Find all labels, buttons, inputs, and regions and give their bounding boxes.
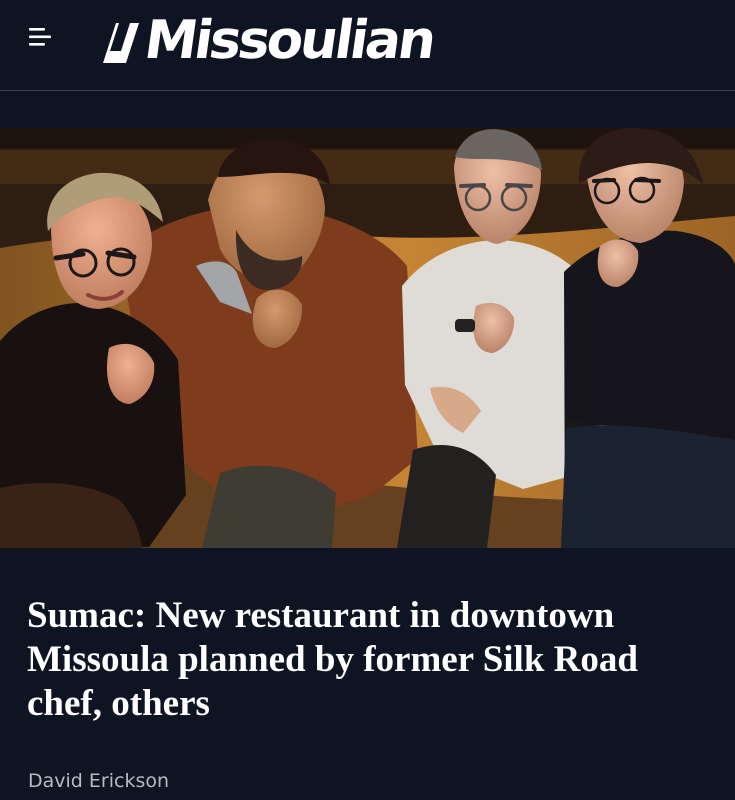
article-byline[interactable]: David Erickson	[28, 769, 169, 793]
site-logo[interactable]: Missoulian	[101, 10, 437, 71]
site-header: Missoulian	[0, 0, 735, 92]
article-headline[interactable]: Sumac: New restaurant in downtown Missou…	[27, 594, 707, 726]
hero-photo-illustration	[0, 128, 735, 548]
article-hero-image[interactable]	[0, 128, 735, 548]
header-divider	[0, 90, 735, 91]
logo-mark-icon	[103, 23, 139, 63]
hamburger-menu-icon[interactable]	[28, 25, 52, 49]
logo-wordmark: Missoulian	[140, 10, 438, 71]
